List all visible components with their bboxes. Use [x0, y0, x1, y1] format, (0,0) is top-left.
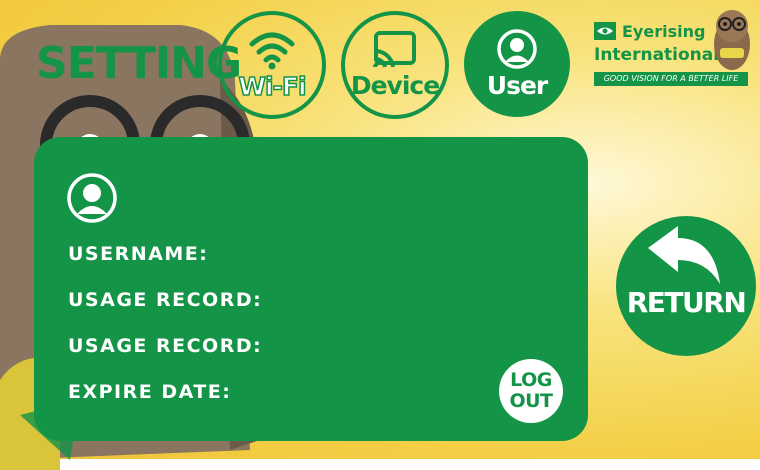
user-info-panel: USERNAME: USAGE RECORD: USAGE RECORD: EX… — [34, 137, 588, 441]
logout-button[interactable]: LOG OUT — [499, 359, 563, 423]
logo-tagline: GOOD VISION FOR A BETTER LIFE — [594, 72, 748, 86]
eyerising-logo: Eyerising International GOOD VISION FOR … — [592, 10, 752, 96]
page-title: SETTING — [36, 38, 242, 89]
eye-logo-icon — [594, 22, 616, 40]
expire-date-label: EXPIRE DATE: — [68, 381, 232, 403]
logout-label-line2: OUT — [509, 390, 553, 412]
user-icon — [497, 28, 537, 69]
return-arrow-icon — [648, 226, 720, 284]
return-button[interactable]: RETURN — [616, 216, 756, 356]
return-label: RETURN — [626, 286, 747, 319]
user-avatar-icon — [67, 173, 117, 223]
usage-record-label-2: USAGE RECORD: — [68, 335, 263, 357]
tab-device[interactable]: Device — [341, 11, 449, 119]
logout-label-line1: LOG — [510, 369, 552, 391]
cast-icon — [373, 30, 416, 68]
tab-wifi-label: Wi-Fi — [238, 71, 308, 102]
tab-device-label: Device — [350, 70, 440, 100]
beaver-mascot-icon — [714, 10, 750, 70]
username-label: USERNAME: — [68, 243, 209, 265]
tab-user-label: User — [486, 70, 548, 100]
wifi-icon — [249, 32, 295, 69]
usage-record-label-1: USAGE RECORD: — [68, 289, 263, 311]
tab-wifi[interactable]: Wi-Fi — [218, 11, 326, 119]
logo-text-line1: Eyerising — [622, 22, 706, 41]
logo-text-line2: International — [594, 45, 720, 65]
tab-user[interactable]: User — [464, 11, 570, 117]
